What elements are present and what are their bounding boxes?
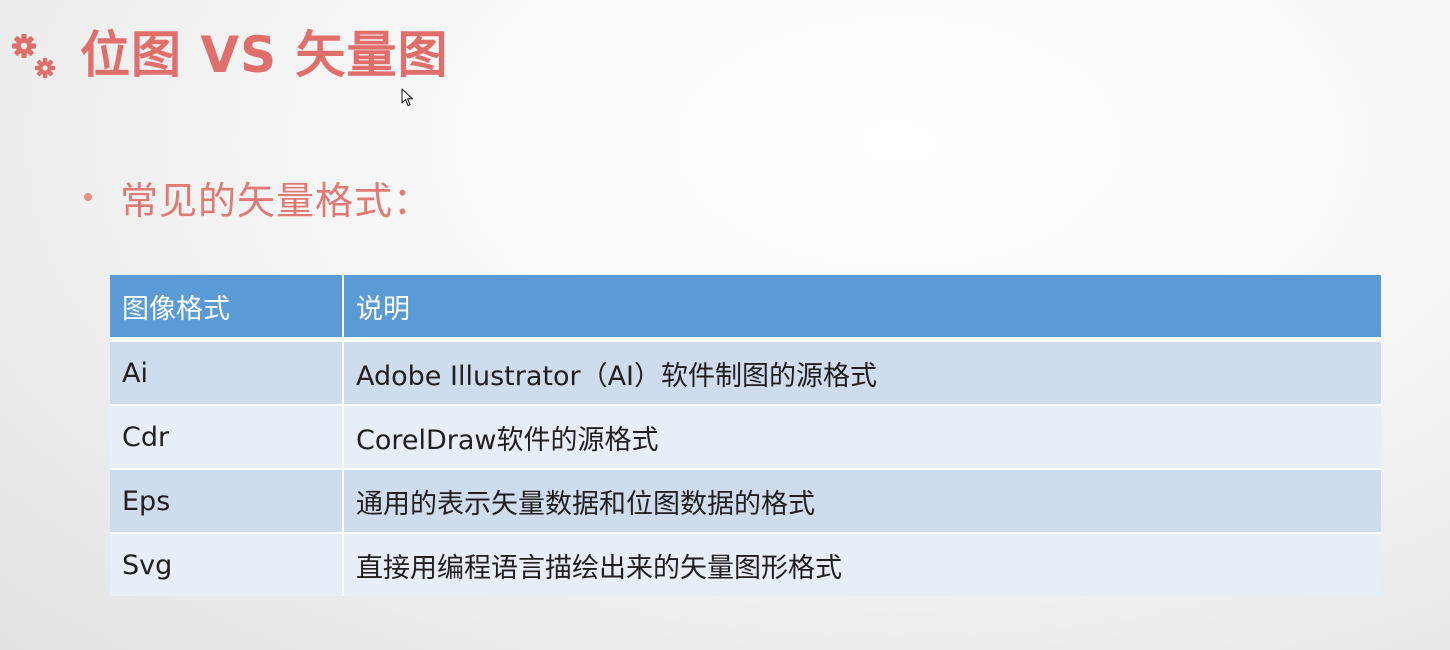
bullet-text: 常见的矢量格式： — [120, 178, 433, 223]
format-cell: Svg — [110, 532, 344, 596]
bullet-dot — [84, 193, 92, 201]
format-cell: Eps — [110, 468, 344, 532]
gears-icon — [8, 30, 60, 82]
table-row: Eps 通用的表示矢量数据和位图数据的格式 — [110, 468, 1381, 532]
description-cell: 通用的表示矢量数据和位图数据的格式 — [344, 468, 1381, 532]
bullet-item: 常见的矢量格式： — [84, 172, 433, 223]
table-row: Cdr CorelDraw软件的源格式 — [110, 404, 1381, 468]
vector-format-table: 图像格式 说明 Ai Adobe Illustrator（AI）软件制图的源格式… — [110, 275, 1381, 596]
format-cell: Cdr — [110, 404, 344, 468]
table-row: Ai Adobe Illustrator（AI）软件制图的源格式 — [110, 340, 1381, 404]
description-cell: CorelDraw软件的源格式 — [344, 404, 1381, 468]
format-cell: Ai — [110, 340, 344, 404]
table-header-row: 图像格式 说明 — [110, 275, 1381, 340]
description-cell: Adobe Illustrator（AI）软件制图的源格式 — [344, 340, 1381, 404]
header-description: 说明 — [344, 275, 1381, 340]
slide: 位图 VS 矢量图 常见的矢量格式： 图像格式 说明 Ai Adobe Illu… — [0, 0, 1450, 650]
table-row: Svg 直接用编程语言描绘出来的矢量图形格式 — [110, 532, 1381, 596]
mouse-cursor-icon — [401, 88, 415, 108]
slide-title: 位图 VS 矢量图 — [80, 26, 449, 84]
description-cell: 直接用编程语言描绘出来的矢量图形格式 — [344, 532, 1381, 596]
header-format: 图像格式 — [110, 275, 344, 340]
